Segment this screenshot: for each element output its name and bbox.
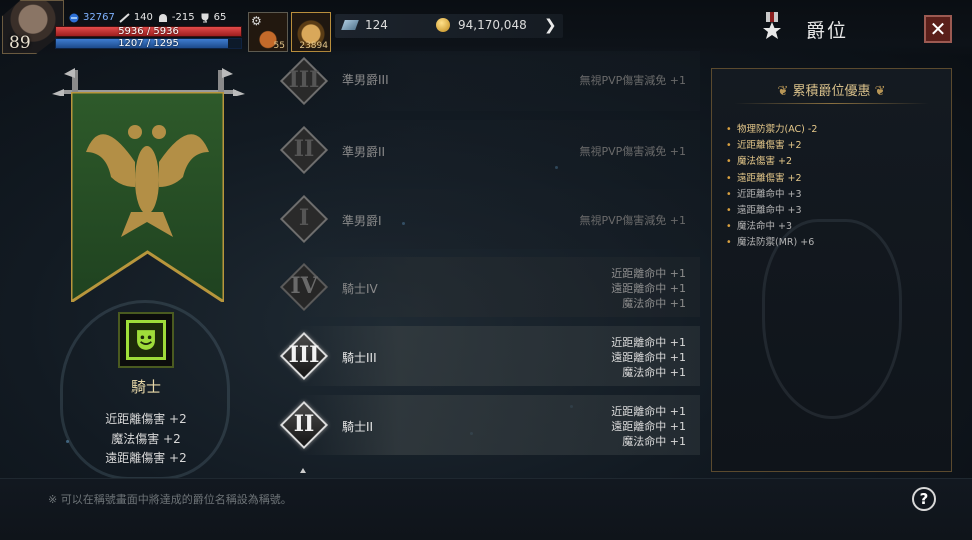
laurel-right-icon: ❦ — [870, 84, 886, 99]
rank-row-bonus: 近距離命中 +1 遠距離命中 +1 魔法命中 +1 — [611, 335, 686, 380]
cumulative-bonus-item: 物理防禦力(AC) -2 — [726, 122, 817, 138]
gold-amount: 94,170,048 — [458, 18, 527, 32]
bonus-line: 遠距離命中 +1 — [611, 420, 686, 433]
rank-numeral: I — [298, 205, 310, 231]
rank-row-bonus: 無視PVP傷害減免 +1 — [579, 73, 686, 88]
bonus-line: 魔法命中 +1 — [622, 435, 686, 448]
bonus-line: 無視PVP傷害減免 +1 — [579, 145, 686, 158]
page-title: 爵位 — [806, 20, 849, 42]
bonus-line: 近距離命中 +1 — [611, 405, 686, 418]
rank-row-bonus: 近距離命中 +1 遠距離命中 +1 魔法命中 +1 — [611, 266, 686, 311]
rank-row-name: 準男爵I — [342, 214, 382, 228]
mp-text: 1207 / 1295 — [118, 38, 179, 49]
rank-numeral-badge: I — [278, 193, 330, 245]
cumulative-bonus-list: 物理防禦力(AC) -2 近距離傷害 +2 魔法傷害 +2 遠距離傷害 +2 近… — [726, 122, 817, 252]
shield-icon — [137, 330, 155, 350]
help-button[interactable]: ? — [912, 487, 936, 511]
rank-numeral-badge: II — [278, 124, 330, 176]
gem-amount: 124 — [365, 18, 388, 32]
rank-row[interactable]: II 騎士II 近距離命中 +1 遠距離命中 +1 魔法命中 +1 — [270, 393, 700, 457]
current-rank-name: 騎士 — [130, 378, 161, 396]
rank-numeral: III — [288, 342, 320, 368]
cumulative-bonus-item: 遠距離命中 +3 — [726, 203, 817, 219]
hp-text: 5936 / 5936 — [118, 26, 179, 37]
energy-icon — [69, 13, 79, 22]
resource-row: 32767 140 -215 65 — [68, 12, 230, 23]
rank-row-name: 騎士III — [342, 351, 377, 365]
cumulative-bonus-item: 近距離傷害 +2 — [726, 138, 817, 154]
bonus-line: 魔法命中 +1 — [622, 366, 686, 379]
rank-numeral: IV — [290, 273, 318, 299]
top-hud: 89 32767 140 -215 65 5936 / 5936 1207 / … — [0, 0, 972, 56]
hp-bar: 5936 / 5936 — [55, 26, 242, 37]
bonus-line: 近距離命中 +1 — [611, 267, 686, 280]
cumulative-bonus-item: 魔法傷害 +2 — [726, 154, 817, 170]
cumulative-bonus-item: 近距離命中 +3 — [726, 187, 817, 203]
rank-numeral: III — [288, 67, 320, 93]
rank-row[interactable]: I 準男爵I 無視PVP傷害減免 +1 — [270, 187, 700, 251]
cumulative-bonus-panel: ❦ 累積爵位優惠 ❦ 物理防禦力(AC) -2 近距離傷害 +2 魔法傷害 +2… — [711, 68, 952, 472]
currency-bar: 124 94,170,048 ❯ — [335, 14, 563, 38]
footer: ※ 可以在稱號畫面中將達成的爵位名稱設為稱號。 ? — [0, 478, 972, 540]
bonus-line: 無視PVP傷害減免 +1 — [579, 74, 686, 87]
current-rank-stat: 遠距離傷害 +2 — [105, 451, 187, 465]
rank-row[interactable]: IV 騎士IV 近距離命中 +1 遠距離命中 +1 魔法命中 +1 — [270, 255, 700, 319]
rank-row[interactable]: III 準男爵III 無視PVP傷害減免 +1 — [270, 49, 700, 113]
close-button[interactable]: ✕ — [924, 15, 952, 43]
bonus-line: 無視PVP傷害減免 +1 — [579, 214, 686, 227]
rank-row-name: 準男爵III — [342, 73, 389, 87]
trophy-value: 65 — [213, 12, 227, 23]
player-level: 89 — [9, 33, 31, 53]
footer-note: ※ 可以在稱號畫面中將達成的爵位名稱設為稱號。 — [48, 493, 292, 506]
defense-value: -215 — [171, 12, 195, 23]
helmet-icon — [158, 13, 167, 22]
current-rank-stat: 魔法傷害 +2 — [111, 431, 181, 446]
attack-icon — [119, 12, 130, 23]
rank-numeral-badge: III — [278, 330, 330, 382]
chevron-right-icon[interactable]: ❯ — [544, 16, 557, 34]
current-rank-stat: 近距離傷害 +2 — [105, 412, 187, 426]
trophy-icon — [201, 13, 209, 22]
bonus-line: 遠距離命中 +1 — [611, 351, 686, 364]
rank-numeral-badge: IV — [278, 261, 330, 313]
mp-bar: 1207 / 1295 — [55, 38, 242, 49]
current-rank-stats: 近距離傷害 +2 魔法傷害 +2 遠距離傷害 +2 — [0, 410, 292, 469]
divider — [734, 103, 929, 104]
cumulative-title-text: 累積爵位優惠 — [792, 84, 871, 99]
cumulative-bonus-item: 魔法防禦(MR) +6 — [726, 235, 817, 251]
gold-coin-icon — [436, 18, 450, 32]
rank-row-bonus: 無視PVP傷害減免 +1 — [579, 213, 686, 228]
energy-value: 32767 — [83, 12, 115, 23]
scroll-up-indicator — [300, 468, 306, 473]
medal-icon — [763, 12, 781, 39]
gear-icon[interactable]: ⚙ — [251, 14, 262, 28]
attack-value: 140 — [133, 12, 153, 23]
potion-slot[interactable]: ⚙ 55 — [248, 12, 288, 52]
bonus-line: 遠距離命中 +1 — [611, 282, 686, 295]
gem-icon — [341, 20, 359, 30]
rank-row[interactable]: II 準男爵II 無視PVP傷害減免 +1 — [270, 118, 700, 182]
rank-list[interactable]: III 準男爵III 無視PVP傷害減免 +1 II 準男爵II 無視PVP傷害… — [270, 49, 702, 469]
cumulative-title: ❦ 累積爵位優惠 ❦ — [712, 80, 951, 99]
rank-row-name: 準男爵II — [342, 145, 386, 159]
knight-rank-icon — [118, 312, 174, 368]
rank-row-name: 騎士II — [342, 420, 374, 434]
rank-numeral: II — [293, 411, 315, 437]
rank-numeral-badge: III — [278, 55, 330, 107]
rank-row-name: 騎士IV — [342, 282, 378, 296]
rank-numeral-badge: II — [278, 399, 330, 451]
rank-row-bonus: 無視PVP傷害減免 +1 — [579, 144, 686, 159]
cumulative-bonus-item: 魔法命中 +3 — [726, 219, 817, 235]
rank-row-bonus: 近距離命中 +1 遠距離命中 +1 魔法命中 +1 — [611, 404, 686, 449]
bonus-line: 魔法命中 +1 — [622, 297, 686, 310]
bonus-line: 近距離命中 +1 — [611, 336, 686, 349]
rank-banner — [71, 92, 224, 302]
cumulative-bonus-item: 遠距離傷害 +2 — [726, 171, 817, 187]
laurel-left-icon: ❦ — [777, 84, 793, 99]
item-slot[interactable]: 23894 — [291, 12, 331, 52]
rank-numeral: II — [293, 136, 315, 162]
rank-row[interactable]: III 騎士III 近距離命中 +1 遠距離命中 +1 魔法命中 +1 — [270, 324, 700, 388]
